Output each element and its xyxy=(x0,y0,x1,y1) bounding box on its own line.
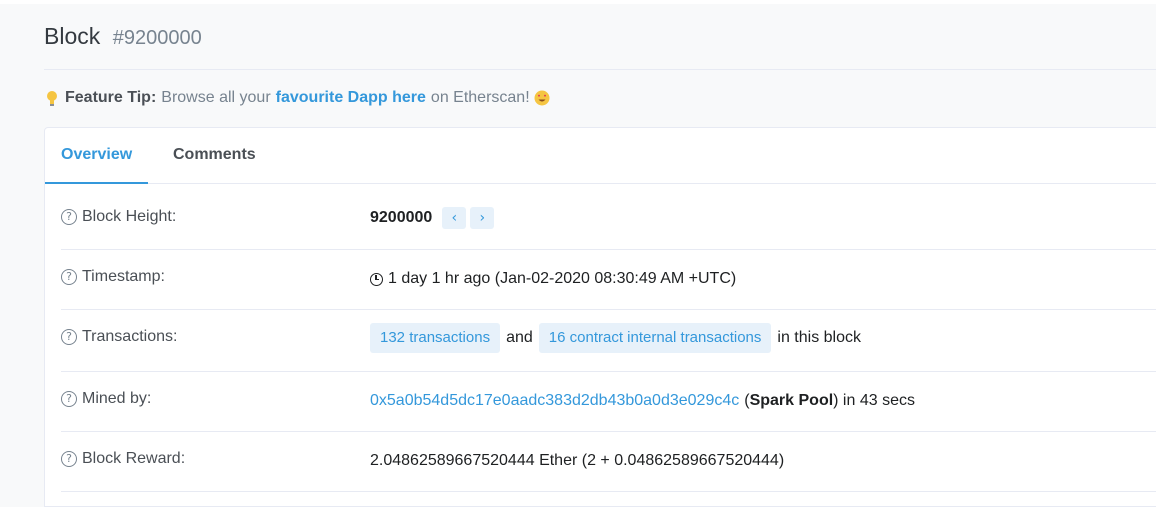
block-reward-label: Block Reward: xyxy=(82,450,186,467)
timestamp-value: 1 day 1 hr ago (Jan-02-2020 08:30:49 AM … xyxy=(388,270,737,287)
tab-bar: Overview Comments xyxy=(45,128,1156,184)
block-height-row: ? Block Height: 9200000 ‹ › xyxy=(61,190,1156,250)
feature-tip-label: Feature Tip: xyxy=(65,89,157,106)
feature-tip-text: Browse all your xyxy=(161,89,271,106)
block-reward-row: ? Block Reward: 2.04862589667520444 Ethe… xyxy=(61,432,1156,492)
question-circle-icon[interactable]: ? xyxy=(61,209,77,225)
internal-transactions-link[interactable]: 16 contract internal transactions xyxy=(538,322,772,353)
transactions-row: ? Transactions: 132 transactions and 16 … xyxy=(61,310,1156,372)
transactions-and-text: and xyxy=(506,328,533,346)
top-bar xyxy=(0,0,1156,4)
timestamp-row: ? Timestamp: 1 day 1 hr ago (Jan-02-2020… xyxy=(61,250,1156,310)
transactions-link[interactable]: 132 transactions xyxy=(370,322,501,353)
timestamp-value-group: 1 day 1 hr ago (Jan-02-2020 08:30:49 AM … xyxy=(370,269,736,289)
block-height-label: Block Height: xyxy=(82,208,177,225)
clock-icon xyxy=(370,272,383,286)
chevron-right-icon[interactable]: › xyxy=(470,207,495,229)
block-reward-label-group: ? Block Reward: xyxy=(61,449,185,469)
transactions-suffix: in this block xyxy=(777,328,861,346)
transactions-value-group: 132 transactions and 16 contract interna… xyxy=(370,322,861,353)
lightbulb-icon xyxy=(47,91,57,106)
mined-by-row: ? Mined by: 0x5a0b54d5dc17e0aadc383d2db4… xyxy=(61,372,1156,432)
chevron-left-icon[interactable]: ‹ xyxy=(442,207,467,229)
mined-by-label: Mined by: xyxy=(82,390,152,407)
transactions-label: Transactions: xyxy=(82,328,178,345)
block-height-label-group: ? Block Height: xyxy=(61,207,176,227)
block-number-subtitle: #9200000 xyxy=(112,27,202,49)
page-header: Block #9200000 xyxy=(44,22,1156,70)
block-reward-value-group: 2.04862589667520444 Ether (2 + 0.0486258… xyxy=(370,451,784,471)
feature-tip: Feature Tip: Browse all your favourite D… xyxy=(44,88,550,108)
favourite-dapp-link[interactable]: favourite Dapp here xyxy=(276,88,426,108)
question-circle-icon[interactable]: ? xyxy=(61,269,77,285)
feature-tip-suffix: on Etherscan! xyxy=(430,89,530,106)
heart-eyes-emoji-icon xyxy=(534,90,550,106)
mined-by-value-group: 0x5a0b54d5dc17e0aadc383d2db43b0a0d3e029c… xyxy=(370,391,915,411)
question-circle-icon[interactable]: ? xyxy=(61,329,77,345)
miner-address-link[interactable]: 0x5a0b54d5dc17e0aadc383d2db43b0a0d3e029c… xyxy=(370,392,739,410)
mined-by-label-group: ? Mined by: xyxy=(61,389,151,409)
question-circle-icon[interactable]: ? xyxy=(61,391,77,407)
mined-by-suffix: ) in 43 secs xyxy=(833,392,915,409)
tab-overview[interactable]: Overview xyxy=(45,128,148,184)
miner-pool-name: Spark Pool xyxy=(749,392,834,409)
transactions-label-group: ? Transactions: xyxy=(61,327,177,347)
question-circle-icon[interactable]: ? xyxy=(61,451,77,467)
block-reward-value: 2.04862589667520444 Ether (2 + 0.0486258… xyxy=(370,452,785,469)
tab-comments[interactable]: Comments xyxy=(173,128,256,184)
block-overview-card: Overview Comments ? Block Height: 920000… xyxy=(44,127,1156,507)
timestamp-label: Timestamp: xyxy=(82,268,165,285)
block-height-value: 9200000 xyxy=(370,209,433,226)
timestamp-label-group: ? Timestamp: xyxy=(61,267,165,287)
block-height-value-group: 9200000 ‹ › xyxy=(370,206,495,230)
page-title: Block xyxy=(44,23,101,49)
